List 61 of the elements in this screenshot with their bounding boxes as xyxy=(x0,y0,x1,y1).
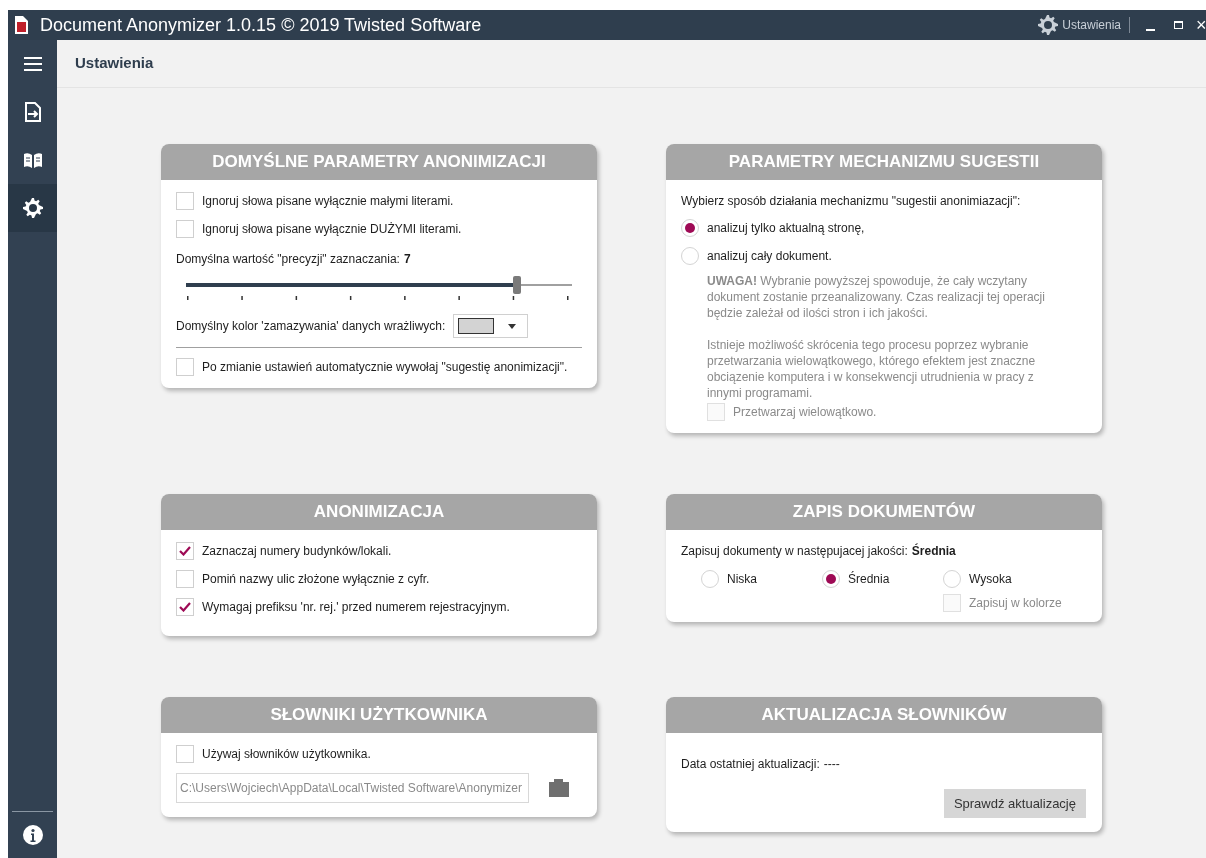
card-header: SŁOWNIKI UŻYTKOWNIKA xyxy=(161,697,597,733)
card-header: PARAMETRY MECHANIZMU SUGESTII xyxy=(666,144,1102,180)
info-text: Istnieje możliwość skrócenia tego procesu poprzez wybranie przetwarzania wielowątkowego, którego efektem jest znaczne obciązenie komputera i w konsekwencji utrudnienia w pracy z innymi programami. xyxy=(706,337,1037,401)
info-icon xyxy=(22,825,43,845)
radio-button[interactable] xyxy=(681,247,699,265)
checkbox[interactable] xyxy=(176,542,194,560)
checkbox-label: Przetwarzaj wielowątkowo. xyxy=(733,404,877,421)
precision-value: 7 xyxy=(403,251,411,268)
document-arrow-icon xyxy=(23,102,42,122)
folder-icon xyxy=(549,779,569,797)
slider-thumb[interactable] xyxy=(512,276,521,294)
settings-icon xyxy=(22,198,43,218)
card-header: ZAPIS DOKUMENTÓW xyxy=(666,494,1102,530)
prompt-text: Zapisuj dokumenty w następujacej jakości: xyxy=(681,543,908,560)
checkbox[interactable] xyxy=(176,358,194,376)
radio-label: Niska xyxy=(727,571,757,588)
checkbox-label: Wymagaj prefiksu 'nr. rej.' przed numerem rejestracyjnym. xyxy=(202,599,510,616)
update-label: Data ostatniej aktualizacji: xyxy=(681,756,820,773)
path-field[interactable]: C:\Users\Wojciech\AppData\Local\Twisted Software\Anonymizer xyxy=(176,773,529,803)
radio-button[interactable] xyxy=(822,570,840,588)
color-label: Domyślny kolor 'zamazywania' danych wrażliwych: xyxy=(176,318,446,335)
window-title: Document Anonymizer 1.0.15 © 2019 Twisted Software xyxy=(40,13,482,37)
checkbox[interactable] xyxy=(176,598,194,616)
warning-text: UWAGA! Wybranie powyższej spowoduje, że cały wczytany dokument zostanie przeanalizowany. Czas realizacji tej operacji będzie zależał od ilości stron i ich jakości. xyxy=(706,273,1046,321)
checkbox-label: Pomiń nazwy ulic złożone wyłącznie z cyfr. xyxy=(202,571,430,588)
quality-value: Średnia xyxy=(911,542,956,560)
checkbox[interactable] xyxy=(176,220,194,238)
sidebar-item[interactable] xyxy=(8,184,57,232)
check-updates-button[interactable]: Sprawdź aktualizację xyxy=(943,789,1086,818)
radio-label: Wysoka xyxy=(969,571,1012,588)
menu-icon xyxy=(23,55,42,73)
update-value: ---- xyxy=(823,756,840,773)
radio-label: Średnia xyxy=(848,570,890,588)
precision-label: Domyślna wartość "precyzji" zaznaczania: xyxy=(176,251,400,268)
checkbox-label: Ignoruj słowa pisane wyłącznie małymi literami. xyxy=(202,193,454,210)
checkbox-label: Zapisuj w kolorze xyxy=(969,595,1062,612)
document-icon xyxy=(14,16,28,34)
radio-button[interactable] xyxy=(943,570,961,588)
prompt-text: Wybierz sposób działania mechanizmu "sugestii anonimiazacji": xyxy=(681,193,1022,210)
slider[interactable] xyxy=(186,276,572,294)
radio-label: analizuj cały dokument. xyxy=(707,248,832,265)
radio-label: analizuj tylko aktualną stronę, xyxy=(707,220,865,237)
checkbox-label: Używaj słowników użytkownika. xyxy=(202,746,371,763)
checkbox[interactable] xyxy=(176,570,194,588)
page-title: Ustawienia xyxy=(75,53,154,74)
book-icon xyxy=(22,151,43,169)
close-button[interactable]: × xyxy=(1196,16,1206,34)
settings-button[interactable]: Ustawienia xyxy=(1038,15,1121,35)
card-header: ANONIMIZACJA xyxy=(161,494,597,530)
card-header: AKTUALIZACJA SŁOWNIKÓW xyxy=(666,697,1102,733)
checkbox[interactable] xyxy=(176,745,194,763)
checkbox[interactable] xyxy=(176,192,194,210)
radio-button[interactable] xyxy=(681,219,699,237)
card-header: DOMYŚLNE PARAMETRY ANONIMIZACJI xyxy=(161,144,597,180)
checkbox-label: Zaznaczaj numery budynków/lokali. xyxy=(202,543,392,560)
checkbox-label: Po zmianie ustawień automatycznie wywołaj "sugestię anonimizacji". xyxy=(202,359,568,376)
color-dropdown[interactable] xyxy=(453,314,529,338)
checkbox-label: Ignoruj słowa pisane wyłącznie DUŻYMI literami. xyxy=(202,221,462,238)
caret-icon xyxy=(508,323,517,329)
settings-icon xyxy=(1038,15,1059,35)
radio-button[interactable] xyxy=(701,570,719,588)
